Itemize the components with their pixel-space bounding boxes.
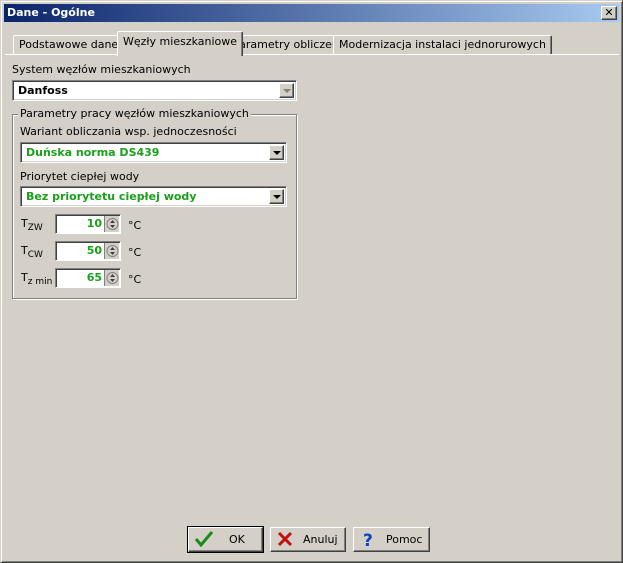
dialog-window: Dane - Ogólne ✕ Podstawowe dane Węzły mi… [0, 0, 623, 563]
tab-wezly-mieszkaniowe[interactable]: Węzły mieszkaniowe [117, 31, 244, 56]
cancel-button[interactable]: Anuluj [270, 527, 346, 552]
help-label: Pomoc [386, 533, 423, 546]
close-x-icon [277, 531, 293, 550]
tab-parametry-obliczen[interactable]: Parametry obliczeń [227, 35, 345, 55]
ok-button[interactable]: OK [187, 526, 264, 553]
ok-label: OK [229, 533, 245, 546]
tab-modernizacja[interactable]: Modernizacja instalaci jednorurowych [333, 35, 552, 55]
cancel-label: Anuluj [303, 533, 338, 546]
close-icon: ✕ [604, 6, 614, 19]
title-bar[interactable]: Dane - Ogólne ✕ [4, 4, 619, 22]
tab-label: Podstawowe dane [19, 38, 119, 51]
tab-label: Parametry obliczeń [233, 38, 339, 51]
close-button[interactable]: ✕ [601, 6, 617, 20]
tab-panel [5, 54, 619, 524]
tab-label: Węzły mieszkaniowe [123, 35, 238, 48]
question-mark-icon: ? [360, 531, 376, 552]
window-title: Dane - Ogólne [7, 6, 95, 19]
tab-label: Modernizacja instalaci jednorurowych [339, 38, 546, 51]
checkmark-icon [194, 531, 214, 550]
tab-podstawowe-dane[interactable]: Podstawowe dane [13, 35, 125, 55]
svg-text:?: ? [363, 531, 373, 549]
help-button[interactable]: ? Pomoc [353, 527, 430, 552]
